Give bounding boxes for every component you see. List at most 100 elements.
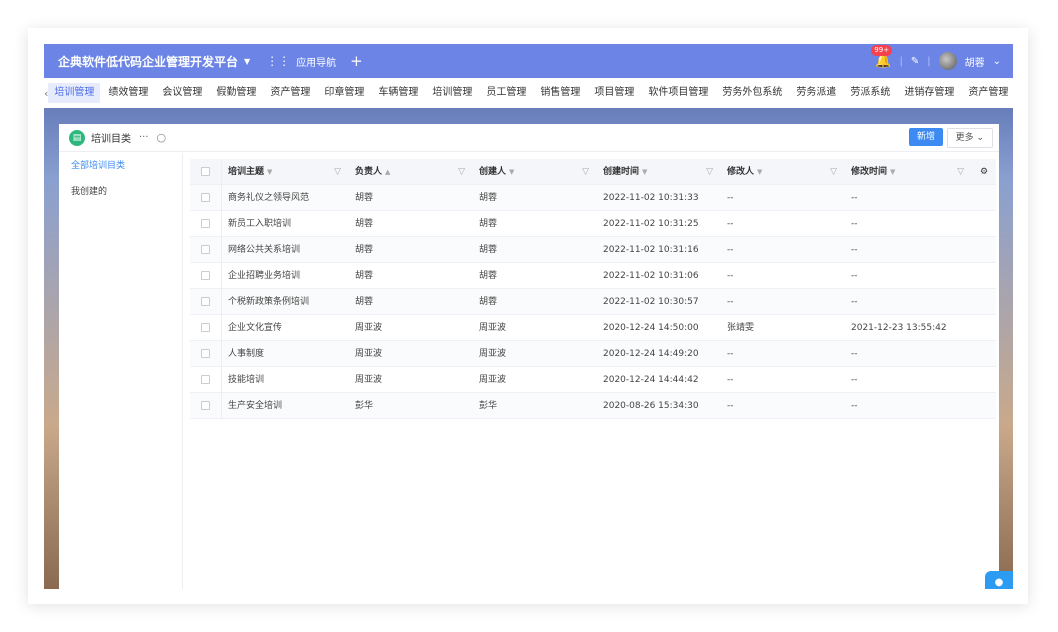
cell-creator: 彭华: [479, 400, 498, 411]
tab-training-2[interactable]: 培训管理: [426, 83, 478, 103]
tab-labor-dispatch[interactable]: 劳务派遣: [790, 83, 842, 103]
tab-training[interactable]: 培训管理: [48, 83, 101, 103]
row-checkbox[interactable]: [201, 218, 210, 228]
cell-modified-at: --: [851, 244, 858, 255]
refresh-icon[interactable]: ○: [157, 131, 167, 144]
tab-vehicle[interactable]: 车辆管理: [372, 83, 424, 103]
cell-creator: 周亚波: [479, 374, 507, 385]
column-header-created-at[interactable]: 创建时间 ▼ ▽: [597, 159, 721, 185]
table-row[interactable]: 商务礼仪之领导风范 胡蓉 胡蓉 2022-11-02 10:31:33 -- -…: [190, 184, 996, 211]
new-button[interactable]: 新增: [908, 128, 943, 146]
cell-creator: 周亚波: [479, 322, 507, 333]
add-icon[interactable]: +: [350, 52, 363, 70]
tab-seal[interactable]: 印章管理: [318, 83, 370, 103]
row-checkbox[interactable]: [201, 244, 210, 254]
row-checkbox[interactable]: [201, 270, 210, 280]
row-checkbox-cell: [190, 314, 222, 341]
row-checkbox-cell: [190, 236, 222, 263]
tab-assets[interactable]: 资产管理: [264, 83, 316, 103]
cell-owner: 胡蓉: [355, 192, 374, 203]
table-row[interactable]: 个税新政策条例培训 胡蓉 胡蓉 2022-11-02 10:30:57 -- -…: [190, 288, 996, 315]
column-header-creator[interactable]: 创建人 ▼ ▽: [473, 159, 597, 185]
content-panel: ▤ 培训目类 ··· ○ 新增 更多 ⌄ 全部培训目类 我创建的 培训主题 ▼ ▽ …: [59, 124, 999, 589]
cell-creator: 胡蓉: [479, 296, 498, 307]
tab-project[interactable]: 项目管理: [588, 83, 640, 103]
row-checkbox[interactable]: [201, 400, 210, 410]
cell-topic[interactable]: 商务礼仪之领导风范: [222, 185, 349, 211]
table-row[interactable]: 新员工入职培训 胡蓉 胡蓉 2022-11-02 10:31:25 -- --: [190, 210, 996, 237]
cell-modified-at: --: [851, 348, 858, 359]
tab-inventory[interactable]: 进销存管理: [898, 83, 960, 103]
sidebar-item-all[interactable]: 全部培训目类: [59, 153, 182, 179]
column-header-modifier[interactable]: 修改人 ▼ ▽: [721, 159, 845, 185]
edit-icon[interactable]: ✎: [911, 56, 919, 67]
tab-staff[interactable]: 员工管理: [480, 83, 532, 103]
column-header-topic[interactable]: 培训主题 ▼ ▽: [222, 159, 349, 185]
bell-icon[interactable]: 🔔 99+: [871, 44, 893, 69]
row-checkbox[interactable]: [201, 322, 210, 332]
tab-labor-outsourcing[interactable]: 劳务外包系统: [716, 83, 788, 103]
tab-attendance[interactable]: 假勤管理: [210, 83, 262, 103]
cell-topic[interactable]: 企业文化宣传: [222, 315, 349, 341]
tab-sales[interactable]: 销售管理: [534, 83, 586, 103]
filter-icon[interactable]: ▽: [830, 159, 837, 185]
category-icon: ▤: [69, 129, 85, 146]
sort-icon[interactable]: ▼: [890, 168, 895, 176]
table-row[interactable]: 技能培训 周亚波 周亚波 2020-12-24 14:44:42 -- --: [190, 366, 996, 393]
table-row[interactable]: 生产安全培训 彭华 彭华 2020-08-26 15:34:30 -- --: [190, 392, 996, 419]
user-name[interactable]: 胡蓉: [965, 54, 985, 69]
column-settings-icon[interactable]: ⚙: [972, 159, 996, 185]
top-right-tools: 🔔 99+ | ✎ | 胡蓉 ⌄: [871, 44, 1001, 78]
column-label: 创建时间: [603, 166, 640, 177]
column-header-owner[interactable]: 负责人 ▲ ▽: [349, 159, 473, 185]
filter-icon[interactable]: ▽: [957, 159, 964, 185]
filter-icon[interactable]: ▽: [706, 159, 713, 185]
cell-topic[interactable]: 生产安全培训: [222, 393, 349, 419]
row-checkbox[interactable]: [201, 374, 210, 384]
page-title: 培训目类: [91, 134, 131, 145]
grid-icon[interactable]: ⋮⋮: [266, 54, 290, 68]
app-title[interactable]: 企典软件低代码企业管理开发平台: [58, 53, 238, 70]
cell-topic[interactable]: 个税新政策条例培训: [222, 289, 349, 315]
cell-topic[interactable]: 网络公共关系培训: [222, 237, 349, 263]
category-sidebar: 全部培训目类 我创建的: [59, 153, 183, 589]
row-checkbox[interactable]: [201, 296, 210, 306]
sort-icon[interactable]: ▼: [267, 168, 272, 176]
cell-creator: 胡蓉: [479, 270, 498, 281]
tab-dispatch-system[interactable]: 劳派系统: [844, 83, 896, 103]
sidebar-item-mine[interactable]: 我创建的: [59, 179, 182, 205]
row-checkbox[interactable]: [201, 192, 210, 202]
filter-icon[interactable]: ▽: [458, 159, 465, 185]
avatar[interactable]: [938, 52, 957, 70]
more-button[interactable]: 更多 ⌄: [946, 128, 993, 148]
cell-topic[interactable]: 企业招聘业务培训: [222, 263, 349, 289]
chevron-down-icon[interactable]: ▼: [244, 57, 250, 66]
tab-meeting[interactable]: 会议管理: [156, 83, 208, 103]
tab-assets-2[interactable]: 资产管理: [962, 83, 1013, 103]
cell-modifier: --: [727, 348, 734, 359]
filter-icon[interactable]: ▽: [582, 159, 589, 185]
filter-icon[interactable]: ▽: [334, 159, 341, 185]
cell-topic[interactable]: 新员工入职培训: [222, 211, 349, 237]
tab-software-project[interactable]: 软件项目管理: [642, 83, 714, 103]
cell-topic[interactable]: 人事制度: [222, 341, 349, 367]
sort-icon[interactable]: ▼: [642, 168, 647, 176]
cell-topic[interactable]: 技能培训: [222, 367, 349, 393]
sort-icon[interactable]: ▲: [385, 168, 390, 176]
table-row[interactable]: 企业招聘业务培训 胡蓉 胡蓉 2022-11-02 10:31:06 -- --: [190, 262, 996, 289]
cell-modifier: 张靖雯: [727, 322, 755, 333]
sort-icon[interactable]: ▼: [757, 168, 762, 176]
sort-icon[interactable]: ▼: [509, 168, 514, 176]
more-dots-icon[interactable]: ···: [139, 132, 149, 143]
cell-modifier: --: [727, 374, 734, 385]
chat-icon[interactable]: ●: [985, 571, 1013, 589]
select-all-checkbox[interactable]: [201, 166, 210, 176]
table-row[interactable]: 网络公共关系培训 胡蓉 胡蓉 2022-11-02 10:31:16 -- --: [190, 236, 996, 263]
app-nav-link[interactable]: 应用导航: [296, 54, 336, 69]
column-header-modified-at[interactable]: 修改时间 ▼ ▽: [845, 159, 972, 185]
chevron-down-icon[interactable]: ⌄: [993, 56, 1001, 67]
table-row[interactable]: 人事制度 周亚波 周亚波 2020-12-24 14:49:20 -- --: [190, 340, 996, 367]
row-checkbox[interactable]: [201, 348, 210, 358]
table-row[interactable]: 企业文化宣传 周亚波 周亚波 2020-12-24 14:50:00 张靖雯 2…: [190, 314, 996, 341]
tab-performance[interactable]: 绩效管理: [102, 83, 154, 103]
